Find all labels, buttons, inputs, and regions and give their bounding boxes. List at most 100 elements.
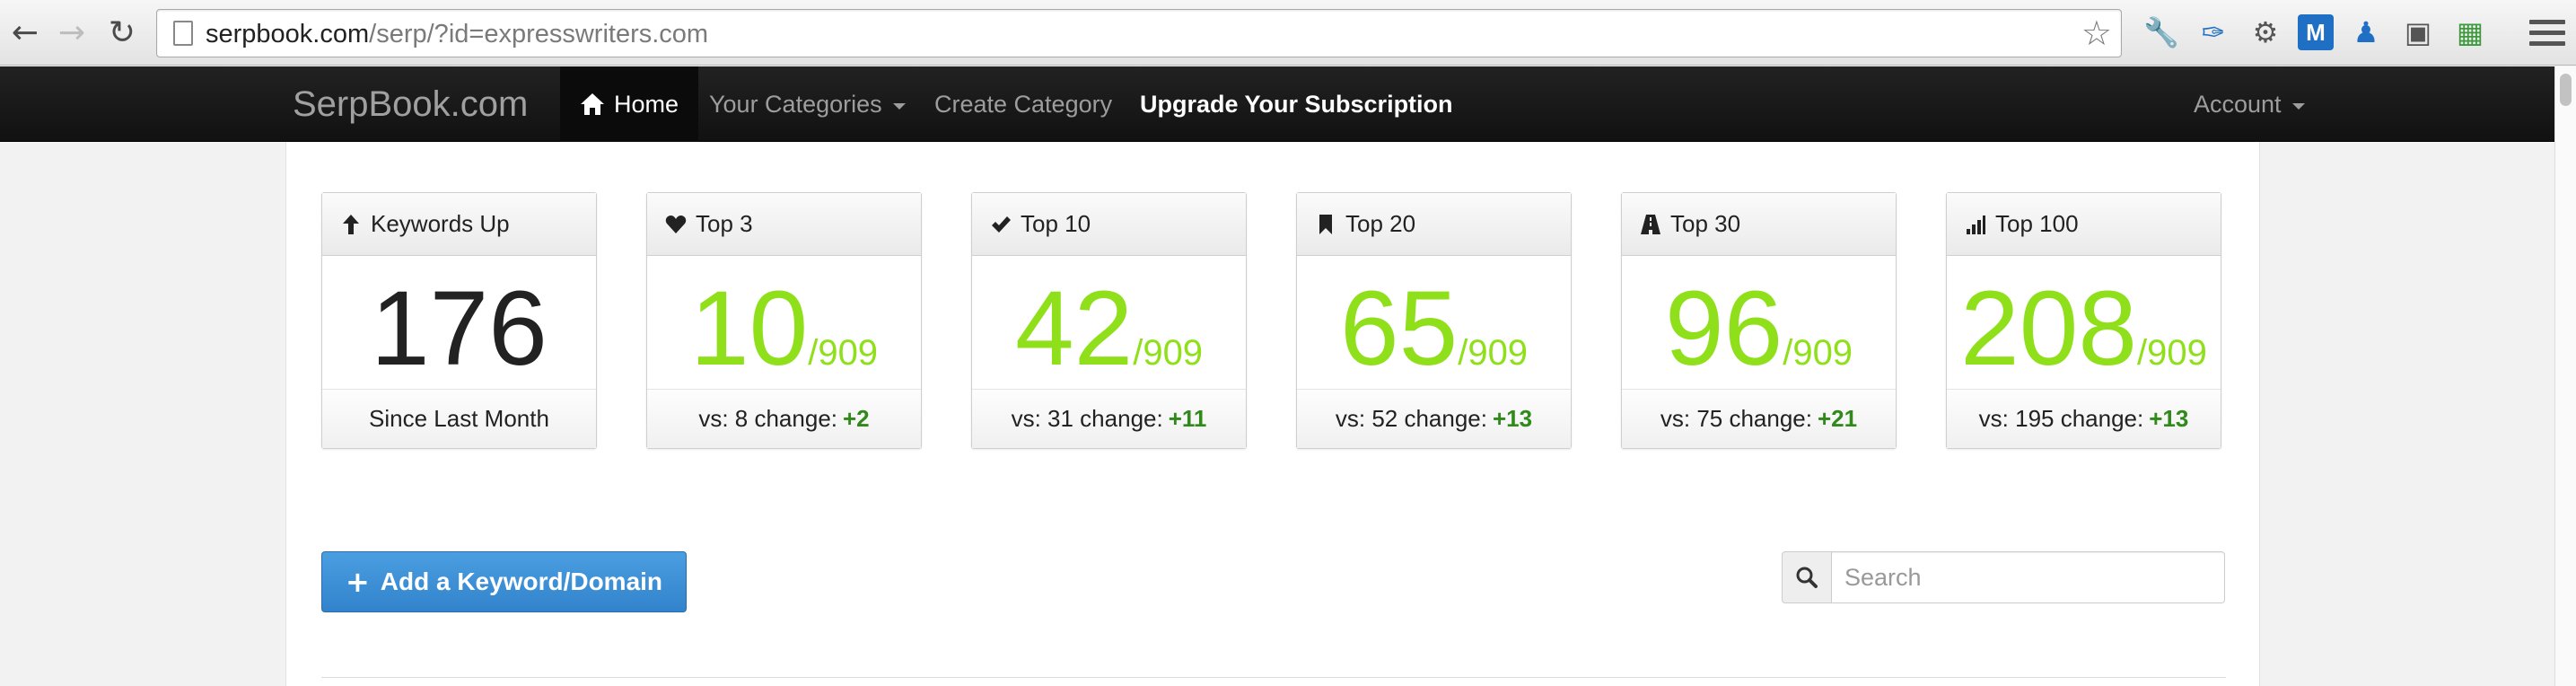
forward-arrow-icon[interactable]: →: [48, 9, 95, 56]
card-value-number: 10: [689, 269, 809, 388]
url-text: serpbook.com/serp/?id=expresswriters.com: [206, 20, 708, 49]
card-value: 42/909: [972, 276, 1246, 382]
bookmark-icon: [1319, 214, 1332, 234]
nav-upgrade[interactable]: Upgrade Your Subscription: [1140, 66, 1453, 142]
caret-down-icon: [2291, 102, 2305, 110]
table-top-edge: [321, 677, 2226, 686]
browser-toolbar: ← → ↻ serpbook.com/serp/?id=expresswrite…: [0, 0, 2576, 66]
card-title: Top 30: [1670, 210, 1741, 237]
signal-bars-icon: [1967, 215, 1985, 234]
card-header: Top 100: [1947, 193, 2221, 256]
card-vs-text: vs: 75 change:: [1660, 405, 1812, 432]
stat-card-top-30: Top 30 96/909 vs: 75 change: +21: [1621, 192, 1897, 449]
card-footer: vs: 8 change: +2: [647, 389, 921, 448]
card-footer: vs: 31 change: +11: [972, 389, 1246, 448]
home-icon: [581, 93, 604, 115]
card-change-value: +2: [843, 405, 870, 432]
browser-menu-icon[interactable]: [2529, 13, 2565, 52]
magnifier-icon: [1796, 567, 1818, 588]
card-footer: vs: 75 change: +21: [1622, 389, 1896, 448]
road-icon: [1641, 214, 1660, 234]
card-title: Top 100: [1995, 210, 2079, 237]
star-icon[interactable]: ☆: [2081, 13, 2112, 53]
search-input[interactable]: [1832, 551, 2225, 603]
card-value-denominator: /909: [1783, 333, 1853, 373]
nav-create-category[interactable]: Create Category: [934, 66, 1112, 142]
card-value-denominator: /909: [2137, 333, 2207, 373]
extension-icons: 🔧 ✑ ⚙ M ♟ ▣ ▦: [2142, 13, 2490, 52]
add-keyword-label: Add a Keyword/Domain: [380, 567, 663, 595]
stat-card-top-10: Top 10 42/909 vs: 31 change: +11: [971, 192, 1247, 449]
site-navbar: SerpBook.com Home Your Categories Create…: [0, 66, 2554, 142]
heart-icon: [665, 215, 687, 233]
nav-home-label: Home: [614, 90, 679, 118]
reload-icon[interactable]: ↻: [99, 9, 145, 56]
card-title: Top 10: [1021, 210, 1091, 237]
arrow-up-icon: [343, 214, 359, 234]
eyedropper-icon[interactable]: ✑: [2194, 13, 2233, 52]
card-value-number: 96: [1664, 269, 1783, 388]
card-value-denominator: /909: [1458, 333, 1529, 373]
card-footer: vs: 52 change: +13: [1297, 389, 1571, 448]
card-title: Top 3: [696, 210, 753, 237]
nav-upgrade-label: Upgrade Your Subscription: [1140, 90, 1453, 118]
card-vs-text: vs: 195 change:: [1978, 405, 2144, 432]
card-value: 96/909: [1622, 276, 1896, 382]
stat-card-top-3: Top 3 10/909 vs: 8 change: +2: [646, 192, 922, 449]
card-value: 65/909: [1297, 276, 1571, 382]
search-icon[interactable]: [1782, 551, 1832, 603]
card-value: 208/909: [1947, 276, 2221, 382]
card-header: Top 10: [972, 193, 1246, 256]
card-vs-text: vs: 52 change:: [1335, 405, 1487, 432]
clipboard-extension-icon[interactable]: ▦: [2450, 13, 2490, 52]
back-arrow-icon[interactable]: ←: [2, 9, 48, 56]
checkmark-icon: [992, 215, 1011, 233]
card-value-denominator: /909: [1133, 333, 1204, 373]
person-extension-icon[interactable]: ♟: [2346, 13, 2386, 52]
card-footer: Since Last Month: [322, 389, 596, 448]
card-value: 10/909: [647, 276, 921, 382]
main-content: Keywords Up 176 Since Last Month Top 3 1…: [285, 142, 2260, 686]
card-header: Top 3: [647, 193, 921, 256]
nav-categories-label: Your Categories: [709, 90, 882, 118]
stat-card-top-20: Top 20 65/909 vs: 52 change: +13: [1296, 192, 1572, 449]
card-footer-text: Since Last Month: [369, 405, 549, 432]
page-icon: [173, 21, 193, 46]
card-change-value: +13: [2149, 405, 2189, 432]
card-title: Keywords Up: [371, 210, 510, 237]
caret-down-icon: [892, 102, 906, 110]
card-header: Top 30: [1622, 193, 1896, 256]
nav-your-categories[interactable]: Your Categories: [709, 66, 906, 142]
card-footer: vs: 195 change: +13: [1947, 389, 2221, 448]
camera-extension-icon[interactable]: ▣: [2398, 13, 2438, 52]
search-box: [1782, 551, 2225, 603]
card-header: Keywords Up: [322, 193, 596, 256]
plus-icon: +: [345, 565, 370, 599]
url-host: serpbook.com: [206, 20, 370, 48]
stat-card-keywords-up: Keywords Up 176 Since Last Month: [321, 192, 597, 449]
card-value-denominator: /909: [808, 333, 879, 373]
card-change-value: +21: [1818, 405, 1858, 432]
card-change-value: +13: [1493, 405, 1533, 432]
card-value-number: 176: [371, 269, 548, 388]
card-value-number: 208: [1960, 269, 2138, 388]
add-keyword-domain-button[interactable]: + Add a Keyword/Domain: [321, 551, 687, 612]
card-value-number: 65: [1339, 269, 1459, 388]
scrollbar-thumb[interactable]: [2560, 74, 2572, 106]
gear-icon[interactable]: ⚙: [2246, 13, 2285, 52]
brand-logo[interactable]: SerpBook.com: [293, 84, 528, 125]
card-vs-text: vs: 31 change:: [1011, 405, 1163, 432]
nav-account[interactable]: Account: [2194, 66, 2305, 142]
card-value: 176: [322, 276, 596, 382]
stat-card-top-100: Top 100 208/909 vs: 195 change: +13: [1946, 192, 2221, 449]
card-change-value: +11: [1168, 405, 1207, 432]
url-path: /serp/?id=expresswriters.com: [369, 20, 709, 48]
page-scrollbar[interactable]: [2554, 66, 2576, 686]
nav-account-label: Account: [2194, 90, 2282, 118]
m-extension-icon[interactable]: M: [2298, 14, 2334, 50]
nav-create-label: Create Category: [934, 90, 1113, 118]
wrench-icon[interactable]: 🔧: [2142, 13, 2181, 52]
address-bar[interactable]: serpbook.com/serp/?id=expresswriters.com…: [156, 9, 2122, 57]
card-header: Top 20: [1297, 193, 1571, 256]
nav-home[interactable]: Home: [560, 66, 699, 142]
